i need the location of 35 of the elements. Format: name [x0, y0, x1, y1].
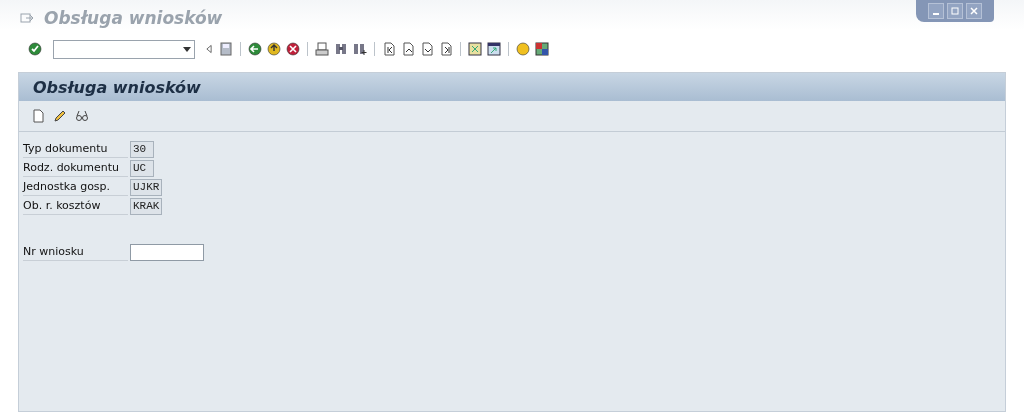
page-first-icon[interactable]: [382, 42, 396, 56]
back-icon[interactable]: [248, 42, 262, 56]
exit-icon: [20, 12, 34, 24]
input-field[interactable]: [130, 244, 204, 261]
field-label: Typ dokumentu: [23, 141, 128, 158]
exit-icon[interactable]: [267, 42, 281, 56]
page-down-icon[interactable]: [420, 42, 434, 56]
shortcut-icon[interactable]: [487, 42, 501, 56]
command-field[interactable]: [53, 39, 195, 59]
display-field: UJKR: [130, 179, 163, 196]
page-last-icon[interactable]: [439, 42, 453, 56]
dropdown-icon[interactable]: [183, 46, 191, 52]
page-up-icon[interactable]: [401, 42, 415, 56]
field-label: Jednostka gosp.: [23, 179, 128, 196]
screen-title: Obsługa wniosków: [19, 73, 1005, 101]
new-window-icon[interactable]: [468, 42, 482, 56]
field-label: Rodz. dokumentu: [23, 160, 128, 177]
minimize-button[interactable]: [928, 3, 944, 19]
print-icon[interactable]: [315, 42, 329, 56]
field-label: Nr wniosku: [23, 244, 128, 261]
check-icon[interactable]: [28, 42, 42, 56]
cancel-icon[interactable]: [286, 42, 300, 56]
layout-icon[interactable]: [535, 42, 549, 56]
display-field: 30: [130, 141, 154, 158]
glasses-icon[interactable]: [75, 109, 89, 123]
save-icon[interactable]: [219, 42, 233, 56]
close-button[interactable]: [966, 3, 982, 19]
pencil-icon[interactable]: [53, 109, 67, 123]
display-field: UC: [130, 160, 154, 177]
display-field: KRAK: [130, 198, 163, 215]
field-label: Ob. r. kosztów: [23, 198, 128, 215]
window-title: Obsługa wniosków: [44, 8, 223, 28]
triangle-left-icon[interactable]: [204, 42, 214, 56]
new-document-icon[interactable]: [31, 109, 45, 123]
close-icon[interactable]: [970, 7, 978, 15]
